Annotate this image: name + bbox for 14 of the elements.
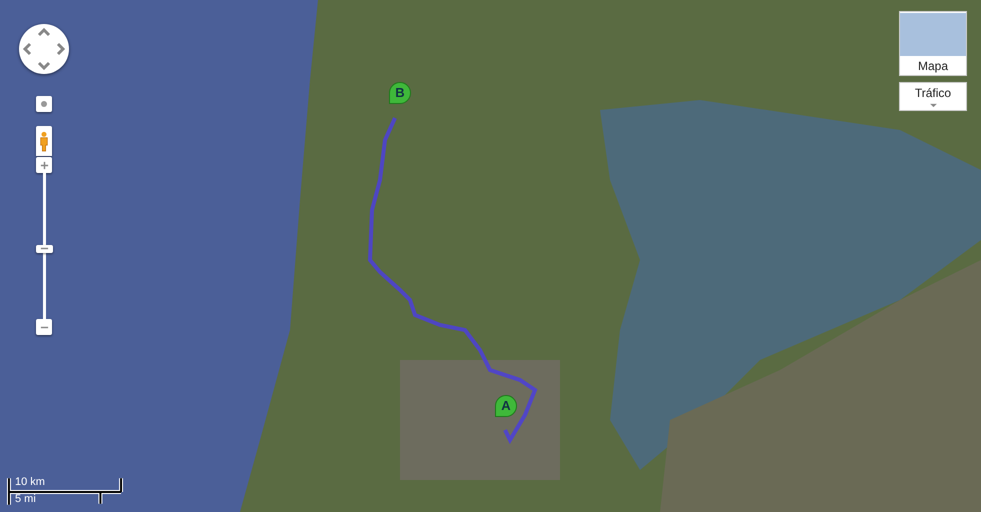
scale-label: 5 mi bbox=[15, 493, 36, 505]
zoom-in-button[interactable] bbox=[36, 157, 52, 173]
street-view-button[interactable] bbox=[36, 126, 52, 156]
map-type-label: Mapa bbox=[918, 59, 948, 73]
reset-button[interactable] bbox=[36, 96, 52, 112]
map-type-button[interactable]: Mapa bbox=[899, 11, 967, 76]
person-icon bbox=[39, 130, 49, 152]
map-thumbnail bbox=[900, 13, 966, 56]
scale-label: 10 km bbox=[15, 476, 45, 488]
traffic-button[interactable]: Tráfico bbox=[899, 82, 967, 111]
scale-bar-icon bbox=[6, 476, 124, 506]
zoom-out-button[interactable] bbox=[36, 319, 52, 335]
caret-icon bbox=[928, 103, 938, 108]
plus-icon bbox=[40, 160, 48, 170]
